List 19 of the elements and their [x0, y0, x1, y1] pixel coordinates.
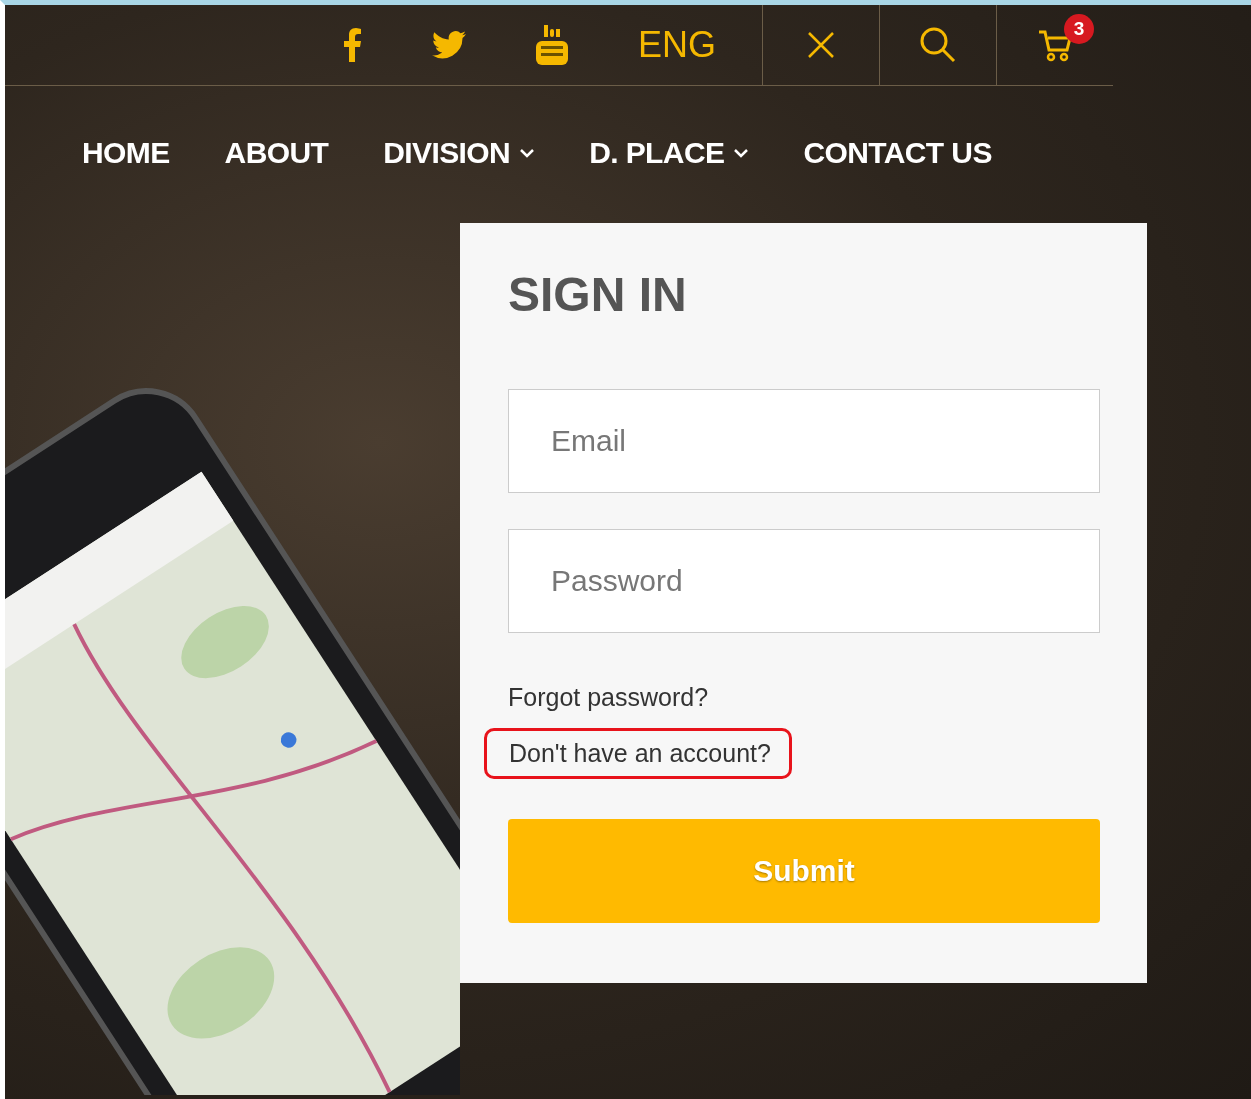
sign-up-link[interactable]: Don't have an account? [509, 739, 771, 767]
chevron-down-icon [520, 148, 535, 158]
nav-link[interactable]: DIVISION [383, 133, 535, 173]
nav-link[interactable]: HOME [82, 133, 170, 173]
search-icon[interactable] [920, 27, 956, 63]
nav-link[interactable]: ABOUT [224, 133, 329, 173]
twitter-icon[interactable] [432, 31, 466, 59]
forgot-password-link[interactable]: Forgot password? [508, 683, 709, 712]
sign-in-title: SIGN IN [508, 267, 687, 323]
language-selector[interactable]: ENG [638, 24, 716, 66]
close-icon[interactable] [807, 31, 835, 59]
cart-icon[interactable] [1038, 28, 1072, 62]
facebook-icon[interactable] [342, 28, 362, 62]
nav-link[interactable]: D. PLACE [589, 133, 749, 173]
email-field[interactable]: Email [508, 389, 1100, 493]
youtube-icon[interactable] [536, 25, 568, 65]
password-field[interactable]: Password [508, 529, 1100, 633]
chevron-down-icon [734, 148, 749, 158]
nav-link[interactable]: CONTACT US [803, 133, 992, 173]
